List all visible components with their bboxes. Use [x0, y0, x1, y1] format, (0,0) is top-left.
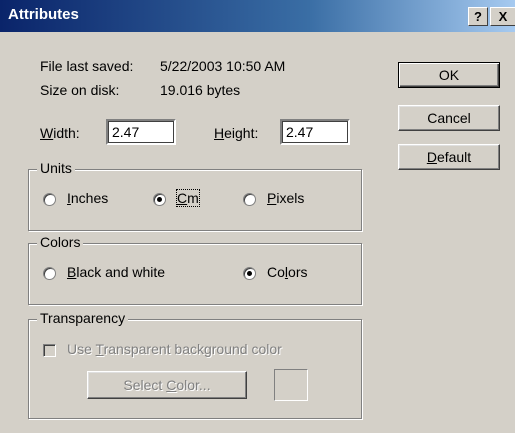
file-last-saved-value: 5/22/2003 10:50 AM	[160, 58, 286, 74]
attributes-dialog: Attributes ? X File last saved: 5/22/200…	[0, 0, 515, 433]
units-inches-label[interactable]: Inches	[67, 190, 108, 206]
title-bar[interactable]: Attributes ? X	[0, 0, 515, 32]
units-inches-radio[interactable]	[43, 193, 56, 206]
close-icon: X	[498, 9, 508, 24]
ok-button[interactable]: OK	[398, 62, 500, 88]
size-on-disk-value: 19.016 bytes	[160, 82, 241, 98]
colors-bw-radio[interactable]	[43, 267, 56, 280]
height-label: Height:	[214, 125, 259, 141]
help-button[interactable]: ?	[468, 7, 488, 26]
width-label: Width:	[40, 125, 80, 141]
select-color-button[interactable]: Select Color...	[87, 371, 247, 399]
cancel-button[interactable]: Cancel	[398, 105, 500, 131]
colors-color-label[interactable]: Colors	[267, 264, 307, 280]
transparency-legend: Transparency	[37, 310, 129, 326]
units-pixels-radio[interactable]	[243, 193, 256, 206]
transparency-group: Transparency Use Transparent background …	[28, 310, 362, 419]
help-icon: ?	[474, 9, 482, 24]
units-legend: Units	[37, 160, 75, 176]
height-input[interactable]	[280, 119, 350, 145]
transparent-bg-label[interactable]: Use Transparent background color	[67, 341, 282, 357]
width-input[interactable]	[106, 119, 176, 145]
default-button[interactable]: Default	[398, 144, 500, 170]
units-pixels-label[interactable]: Pixels	[267, 190, 304, 206]
colors-group: Colors Black and white Colors	[28, 234, 362, 305]
transparent-bg-checkbox[interactable]	[43, 344, 56, 357]
size-on-disk-label: Size on disk:	[40, 82, 120, 98]
colors-bw-label[interactable]: Black and white	[67, 264, 165, 280]
units-group: Units Inches Cm Pixels	[28, 160, 362, 231]
dialog-title: Attributes	[8, 6, 79, 23]
file-last-saved-label: File last saved:	[40, 58, 134, 74]
units-cm-radio[interactable]	[153, 193, 166, 206]
close-button[interactable]: X	[490, 7, 515, 26]
dialog-body: File last saved: 5/22/2003 10:50 AM Size…	[0, 32, 515, 433]
colors-color-radio[interactable]	[243, 267, 256, 280]
colors-legend: Colors	[37, 234, 84, 250]
units-cm-label[interactable]: Cm	[176, 189, 200, 207]
color-swatch	[274, 369, 308, 401]
